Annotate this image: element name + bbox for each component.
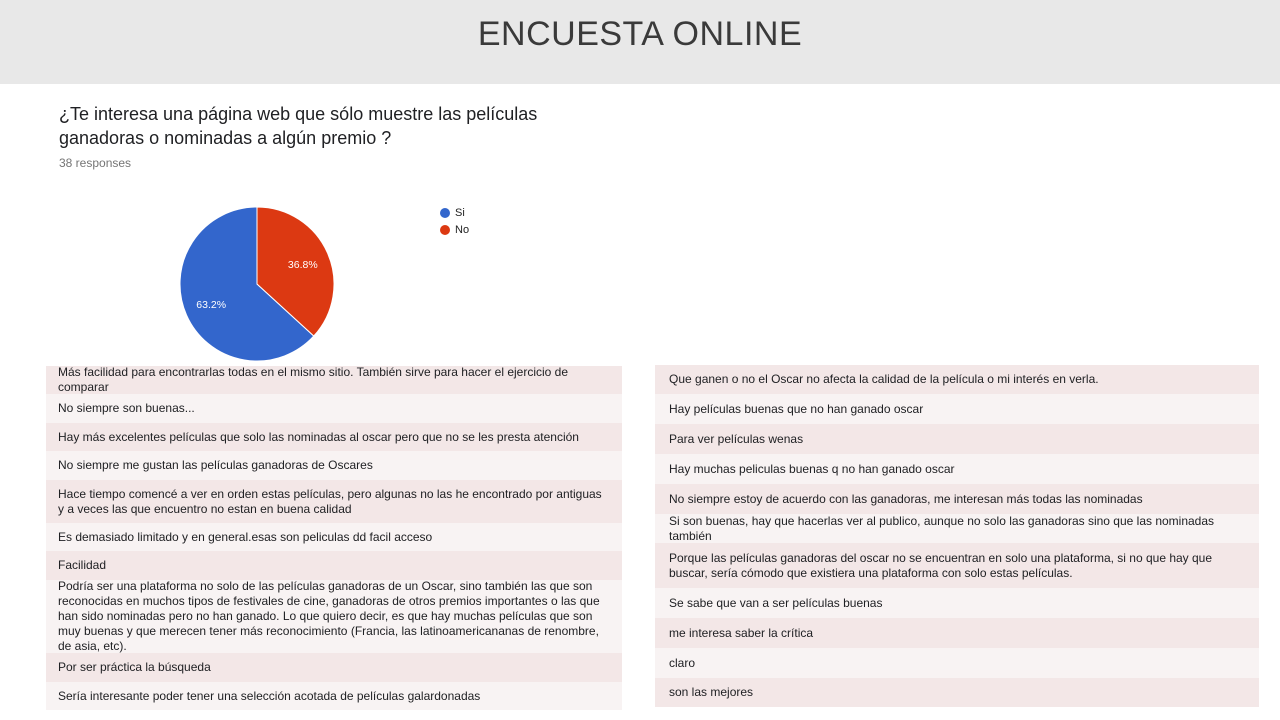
pie-label-si: 63.2% xyxy=(196,299,226,311)
legend-item-si[interactable]: Si xyxy=(440,204,469,221)
answer-text: Más facilidad para encontrarlas todas en… xyxy=(58,365,569,394)
list-item: Para ver películas wenas xyxy=(655,424,1259,454)
answer-text: Para ver películas wenas xyxy=(669,431,804,446)
answer-text: Podría ser una plataforma no solo de las… xyxy=(58,579,600,653)
answers-list-left: Más facilidad para encontrarlas todas en… xyxy=(46,365,622,710)
answers-list-right: Que ganen o no el Oscar no afecta la cal… xyxy=(655,365,1259,707)
answer-text: No siempre estoy de acuerdo con las gana… xyxy=(669,491,1143,506)
answer-text: Sería interesante poder tener una selecc… xyxy=(58,688,481,703)
answer-text: me interesa saber la crítica xyxy=(669,625,814,640)
list-item: me interesa saber la crítica xyxy=(655,618,1259,648)
list-item: Podría ser una plataforma no solo de las… xyxy=(46,579,622,653)
answer-text: Hay películas buenas que no han ganado o… xyxy=(669,401,924,416)
answer-text: Es demasiado limitado y en general.esas … xyxy=(58,529,433,544)
header-bar: ENCUESTA ONLINE xyxy=(0,0,1280,84)
list-item: Hay muchas peliculas buenas q no han gan… xyxy=(655,454,1259,484)
pie-label-no: 36.8% xyxy=(288,259,318,271)
list-item: Se sabe que van a ser películas buenas xyxy=(655,588,1259,618)
legend-item-no[interactable]: No xyxy=(440,221,469,238)
answer-text: Hay más excelentes películas que solo la… xyxy=(58,429,579,444)
list-item: No siempre son buenas... xyxy=(46,394,622,423)
list-item: Más facilidad para encontrarlas todas en… xyxy=(46,365,622,394)
answer-text: Porque las películas ganadoras del oscar… xyxy=(669,550,1213,580)
answer-text: Por ser práctica la búsqueda xyxy=(58,660,211,674)
list-item: Por ser práctica la búsqueda xyxy=(46,653,622,682)
pie-chart: 63.2% 36.8% xyxy=(179,206,335,362)
list-item: son las mejores xyxy=(655,678,1259,707)
list-item: Sería interesante poder tener una selecc… xyxy=(46,682,622,710)
list-item: Hay más excelentes películas que solo la… xyxy=(46,423,622,451)
answer-text: Que ganen o no el Oscar no afecta la cal… xyxy=(669,372,1099,386)
answer-text: No siempre son buenas... xyxy=(58,401,195,415)
answer-text: No siempre me gustan las películas ganad… xyxy=(58,458,373,472)
legend-dot-no xyxy=(440,224,450,235)
answer-text: Facilidad xyxy=(58,558,107,572)
legend-dot-si xyxy=(440,207,450,218)
list-item: Hay películas buenas que no han ganado o… xyxy=(655,394,1259,424)
answer-text: Se sabe que van a ser películas buenas xyxy=(669,595,883,610)
answer-text: Hay muchas peliculas buenas q no han gan… xyxy=(669,461,955,476)
list-item: No siempre estoy de acuerdo con las gana… xyxy=(655,484,1259,514)
question-title: ¿Te interesa una página web que sólo mue… xyxy=(59,104,538,148)
list-item: No siempre me gustan las películas ganad… xyxy=(46,451,622,480)
list-item: Si son buenas, hay que hacerlas ver al p… xyxy=(655,514,1259,543)
chart-legend: Si No xyxy=(440,204,469,238)
list-item: Facilidad xyxy=(46,551,622,580)
answer-text: son las mejores xyxy=(669,685,754,699)
response-count: 38 responses xyxy=(59,156,132,170)
page-title: ENCUESTA ONLINE xyxy=(477,15,803,53)
answer-text: claro xyxy=(669,655,696,670)
legend-label-no: No xyxy=(455,223,470,236)
list-item: Hace tiempo comencé a ver en orden estas… xyxy=(46,480,622,523)
legend-label-si: Si xyxy=(455,206,465,219)
answer-text: Hace tiempo comencé a ver en orden estas… xyxy=(58,486,602,516)
list-item: Porque las películas ganadoras del oscar… xyxy=(655,543,1259,588)
list-item: claro xyxy=(655,648,1259,678)
list-item: Que ganen o no el Oscar no afecta la cal… xyxy=(655,365,1259,394)
answer-text: Si son buenas, hay que hacerlas ver al p… xyxy=(669,513,1215,543)
list-item: Es demasiado limitado y en general.esas … xyxy=(46,523,622,551)
